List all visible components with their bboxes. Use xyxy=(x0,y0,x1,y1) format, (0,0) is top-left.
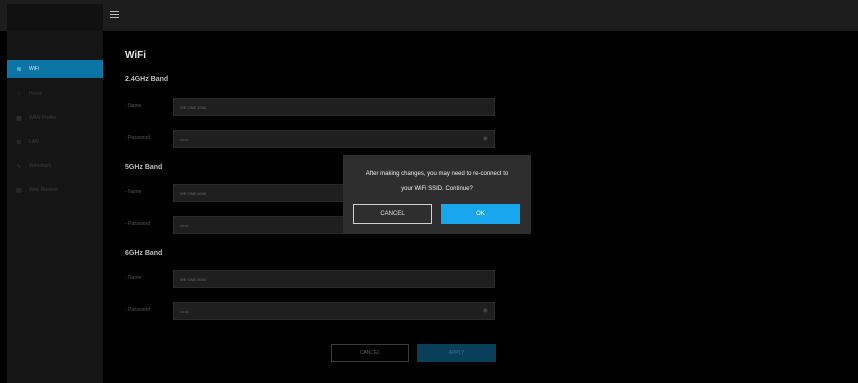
sidebar-item-label: Web Restore xyxy=(29,187,59,193)
cancel-button[interactable]: CANCEL xyxy=(331,344,409,362)
sidebar-item-label: WAN Profile xyxy=(29,115,57,121)
sidebar-item-label: Wireshark xyxy=(29,163,52,169)
password-input-2-4ghz[interactable]: •••••• ◉ xyxy=(173,130,495,148)
name-input-6ghz[interactable]: WE ONE 6000 xyxy=(173,270,495,288)
name-input-2-4ghz[interactable]: WE ONE 1000 xyxy=(173,98,495,116)
sidebar-item-label: Home xyxy=(29,91,43,97)
password-label: - Password xyxy=(125,135,151,141)
dialog-message: After making changes, you may need to re… xyxy=(351,167,523,197)
password-label: - Password xyxy=(125,221,151,227)
sidebar-item-wifi[interactable]: ≋ WiFi xyxy=(7,60,103,78)
sidebar-item-wireshark[interactable]: ∿ Wireshark xyxy=(7,157,103,175)
password-input-6ghz[interactable]: •••••• ◉ xyxy=(173,302,495,320)
top-bar xyxy=(0,0,858,31)
eye-icon[interactable]: ◉ xyxy=(483,131,488,148)
password-label: - Password xyxy=(125,307,151,313)
sidebar-item-lan[interactable]: ⚙ LAN xyxy=(7,133,103,151)
sidebar-item-label: LAN xyxy=(29,139,39,145)
apply-button[interactable]: APPLY xyxy=(417,344,496,362)
name-label: - Name xyxy=(125,103,142,109)
dialog-cancel-button[interactable]: CANCEL xyxy=(353,204,432,224)
band-title-6ghz: 6GHz Band xyxy=(125,250,163,257)
page-title: WiFi xyxy=(125,50,147,61)
confirm-dialog: After making changes, you may need to re… xyxy=(343,155,531,234)
password-row-2-4ghz: - Password •••••• ◉ xyxy=(117,130,497,148)
sidebar-item-label: WiFi xyxy=(29,66,39,72)
band-title-2-4ghz: 2.4GHz Band xyxy=(125,76,169,83)
name-row-6ghz: - Name WE ONE 6000 xyxy=(117,270,497,288)
sidebar-item-wan-profile[interactable]: ▦ WAN Profile xyxy=(7,109,103,127)
password-value: •••••• xyxy=(180,137,189,142)
dialog-ok-button[interactable]: OK xyxy=(441,204,520,224)
sidebar-item-web-restore[interactable]: ▤ Web Restore xyxy=(7,181,103,199)
web-restore-icon: ▤ xyxy=(16,187,22,194)
hamburger-icon[interactable] xyxy=(110,11,119,19)
logo-area xyxy=(7,4,103,31)
wan-profile-icon: ▦ xyxy=(16,115,22,122)
name-row-2-4ghz: - Name WE ONE 1000 xyxy=(117,98,497,116)
sidebar: ≋ WiFi ⌂ Home ▦ WAN Profile ⚙ LAN ∿ Wire… xyxy=(7,31,103,383)
name-label: - Name xyxy=(125,189,142,195)
wifi-icon: ≋ xyxy=(16,66,22,73)
sidebar-item-home[interactable]: ⌂ Home xyxy=(7,85,103,103)
eye-icon[interactable]: ◉ xyxy=(483,303,488,320)
band-title-5ghz: 5GHz Band xyxy=(125,164,163,171)
password-row-6ghz: - Password •••••• ◉ xyxy=(117,302,497,320)
dialog-message-line2: your WiFi SSID. Continue? xyxy=(401,186,473,192)
password-value: •••••• xyxy=(180,223,189,228)
lan-icon: ⚙ xyxy=(16,139,22,146)
name-label: - Name xyxy=(125,275,142,281)
home-icon: ⌂ xyxy=(17,91,21,97)
dialog-message-line1: After making changes, you may need to re… xyxy=(365,171,509,177)
password-value: •••••• xyxy=(180,309,189,314)
wireshark-icon: ∿ xyxy=(16,163,22,170)
